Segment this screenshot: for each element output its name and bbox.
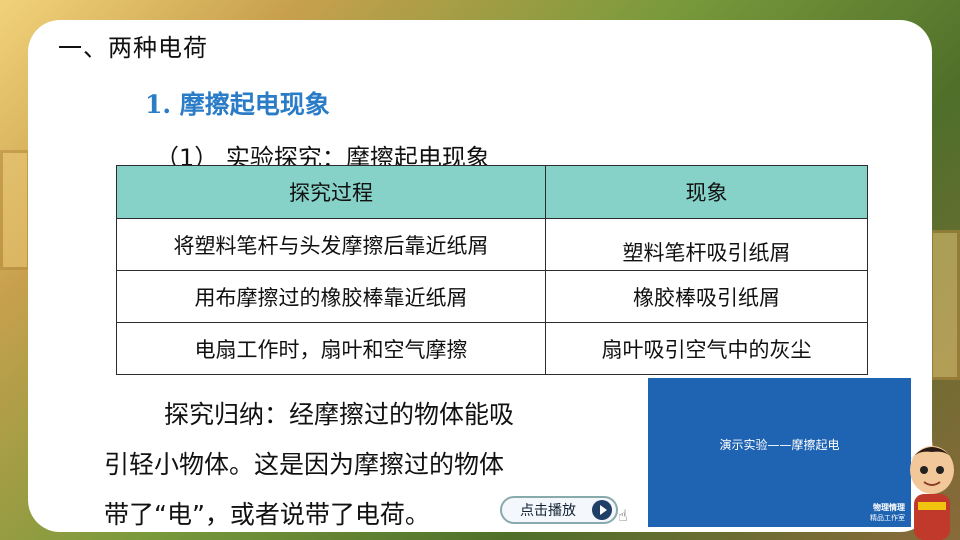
summary-line: 探究归纳：经摩擦过的物体能吸 [164, 400, 515, 429]
table-cell: 橡胶棒吸引纸屑 [545, 270, 868, 323]
mascot-character-icon [910, 446, 954, 540]
background-tile [0, 150, 30, 270]
hand-cursor-icon: ☝ [618, 506, 628, 525]
table-cell: 电扇工作时，扇叶和空气摩擦 [116, 322, 546, 375]
subsection-heading: 1. 摩擦起电现象 [145, 90, 330, 119]
play-icon [592, 500, 612, 520]
video-player[interactable]: 演示实验——摩擦起电 物理情理 精品工作室 [648, 378, 911, 527]
brand-line: 物理情理 [873, 503, 905, 512]
background-tile [930, 230, 960, 380]
summary-line: 引轻小物体。这是因为摩擦过的物体 [104, 450, 505, 479]
column-header-phenomenon: 现象 [545, 165, 868, 219]
table-header-row: 探究过程 现象 [116, 165, 868, 219]
column-header-process: 探究过程 [116, 165, 546, 219]
table-cell: 扇叶吸引空气中的灰尘 [545, 322, 868, 375]
table-cell: 用布摩擦过的橡胶棒靠近纸屑 [116, 270, 546, 323]
table-cell: 将塑料笔杆与头发摩擦后靠近纸屑 [116, 218, 546, 271]
video-brand: 物理情理 精品工作室 [870, 503, 905, 523]
video-title: 演示实验——摩擦起电 [719, 438, 840, 452]
table-row: 将塑料笔杆与头发摩擦后靠近纸屑 塑料笔杆吸引纸屑 [116, 218, 868, 271]
table-cell: 塑料笔杆吸引纸屑 [545, 218, 868, 271]
brand-line: 精品工作室 [870, 514, 905, 522]
table-row: 用布摩擦过的橡胶棒靠近纸屑 橡胶棒吸引纸屑 [116, 270, 868, 323]
table-row: 电扇工作时，扇叶和空气摩擦 扇叶吸引空气中的灰尘 [116, 322, 868, 375]
section-heading: 一、两种电荷 [58, 34, 208, 62]
play-button[interactable]: 点击播放 [500, 496, 618, 524]
experiment-table: 探究过程 现象 将塑料笔杆与头发摩擦后靠近纸屑 塑料笔杆吸引纸屑 用布摩擦过的橡… [116, 165, 868, 375]
play-button-label: 点击播放 [520, 503, 576, 519]
